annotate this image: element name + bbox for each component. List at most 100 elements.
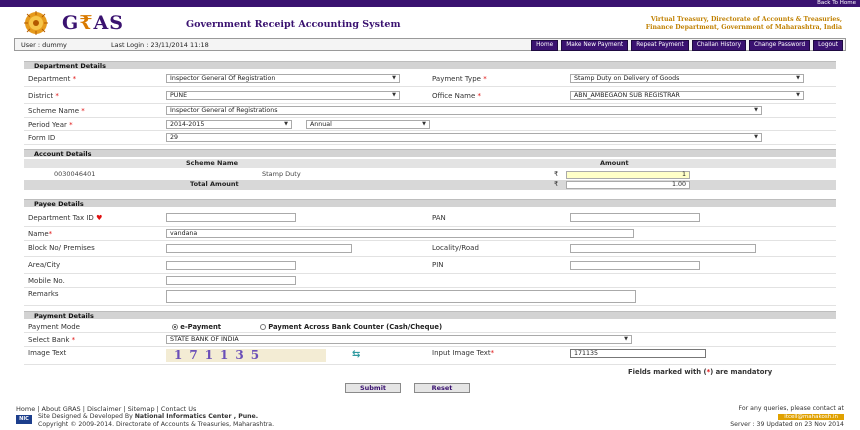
district-row: District * PUNE Office Name * ABN_AMBEGA… — [24, 87, 836, 104]
rupee-total-icon: ₹ — [554, 180, 559, 188]
nav-change-password-button[interactable]: Change Password — [749, 40, 811, 51]
nav-challan-history-button[interactable]: Challan History — [691, 40, 747, 51]
account-head-code: 0030046401 — [54, 170, 96, 178]
select-bank-label: Select Bank * — [28, 336, 76, 344]
remarks-textarea[interactable] — [166, 290, 636, 303]
account-row: 0030046401 Stamp Duty ₹ 1 — [24, 169, 836, 180]
top-bar: Back To Home — [0, 0, 860, 7]
payee-section-header: Payee Details — [24, 199, 836, 208]
epayment-radio[interactable] — [172, 324, 178, 330]
user-nav-bar: User : dummy Last Login : 23/11/2014 11:… — [14, 38, 846, 51]
pan-label: PAN — [432, 214, 446, 222]
total-amount-row: Total Amount ₹ 1.00 — [24, 180, 836, 190]
gras-logo-text: G₹AS — [62, 12, 124, 34]
nav-home-button[interactable]: Home — [531, 40, 559, 51]
form-id-label: Form ID — [28, 134, 56, 142]
refresh-captcha-icon[interactable]: ⇆ — [352, 349, 360, 360]
period-year-select[interactable]: 2014-2015 — [166, 120, 292, 129]
col-amount: Amount — [600, 159, 629, 167]
footer-developer: Site Designed & Developed By National In… — [38, 413, 275, 428]
bank-counter-radio[interactable] — [260, 324, 266, 330]
payment-mode-label: Payment Mode — [28, 323, 80, 331]
pin-input[interactable] — [570, 261, 700, 270]
bank-counter-option[interactable]: Payment Across Bank Counter (Cash/Cheque… — [260, 323, 442, 331]
name-input[interactable]: vandana — [166, 229, 634, 238]
block-premises-input[interactable] — [166, 244, 352, 253]
locality-road-input[interactable] — [570, 244, 756, 253]
pin-label: PIN — [432, 261, 444, 269]
department-section-header: Department Details — [24, 61, 836, 70]
rupee-icon: ₹ — [554, 170, 559, 178]
period-year-label: Period Year * — [28, 121, 73, 129]
period-row: Period Year * 2014-2015 Annual — [24, 118, 836, 131]
scheme-name-label: Scheme Name * — [28, 107, 85, 115]
mobile-label: Mobile No. — [28, 277, 65, 285]
department-label: Department * — [28, 75, 77, 83]
district-label: District * — [28, 92, 59, 100]
payment-type-label: Payment Type * — [432, 75, 487, 83]
reset-button[interactable]: Reset — [414, 383, 470, 393]
account-head-name: Stamp Duty — [262, 170, 301, 178]
select-bank-row: Select Bank * STATE BANK OF INDIA — [24, 333, 836, 347]
back-to-home-link[interactable]: Back To Home — [817, 0, 856, 7]
footer-links[interactable]: Home | About GRAS | Disclaimer | Sitemap… — [16, 405, 196, 413]
scheme-row: Scheme Name * Inspector General of Regis… — [24, 104, 836, 118]
emblem-logo-icon — [24, 11, 48, 35]
nav-logout-button[interactable]: Logout — [813, 40, 843, 51]
form-id-row: Form ID 29 — [24, 131, 836, 145]
user-label: User : dummy — [21, 41, 67, 49]
mandatory-note: Fields marked with (*) are mandatory — [628, 368, 773, 376]
amount-input[interactable]: 1 — [566, 171, 690, 179]
captcha-row: Image Text 171135 ⇆ Input Image Text* 17… — [24, 347, 836, 365]
name-row: Name* vandana — [24, 227, 836, 241]
area-row: Area/City PIN — [24, 257, 836, 274]
office-name-label: Office Name * — [432, 92, 482, 100]
block-premises-label: Block No/ Premises — [28, 244, 95, 252]
payment-mode-row: Payment Mode e-Payment Payment Across Ba… — [24, 321, 836, 333]
pan-input[interactable] — [570, 213, 700, 222]
app-title: Government Receipt Accounting System — [186, 19, 401, 30]
remarks-label: Remarks — [28, 290, 59, 298]
col-scheme-name: Scheme Name — [186, 159, 239, 167]
scheme-name-select[interactable]: Inspector General of Registrations — [166, 106, 762, 115]
department-tax-id-input[interactable] — [166, 213, 296, 222]
epayment-option[interactable]: e-Payment — [172, 323, 221, 331]
block-row: Block No/ Premises Locality/Road — [24, 241, 836, 257]
area-city-label: Area/City — [28, 261, 61, 269]
district-select[interactable]: PUNE — [166, 91, 400, 100]
header: G₹AS Government Receipt Accounting Syste… — [0, 7, 860, 38]
header-organization: Virtual Treasury, Directorate of Account… — [645, 16, 842, 31]
captcha-image: 171135 — [166, 349, 326, 362]
tax-id-row: Department Tax ID ♥ PAN — [24, 209, 836, 227]
total-amount-value: 1.00 — [566, 181, 690, 189]
account-table-header: Scheme Name Amount — [24, 159, 836, 168]
remarks-row: Remarks — [24, 288, 836, 306]
input-image-text-input[interactable]: 171135 — [570, 349, 706, 358]
nic-logo-icon: NIC — [16, 415, 32, 424]
mobile-input[interactable] — [166, 276, 296, 285]
select-bank-select[interactable]: STATE BANK OF INDIA — [166, 335, 632, 344]
nav-make-new-payment-button[interactable]: Make New Payment — [561, 40, 629, 51]
footer-contact: For any queries, please contact at itcel… — [730, 405, 844, 428]
department-tax-id-label: Department Tax ID ♥ — [28, 214, 103, 222]
image-text-label: Image Text — [28, 349, 67, 357]
area-city-input[interactable] — [166, 261, 296, 270]
submit-button[interactable]: Submit — [345, 383, 401, 393]
footer: Home | About GRAS | Disclaimer | Sitemap… — [0, 400, 860, 430]
payment-section-header: Payment Details — [24, 311, 836, 320]
challan-form: Department Details Department * Inspecto… — [24, 61, 836, 380]
office-name-select[interactable]: ABN_AMBEGAON SUB REGISTRAR — [570, 91, 804, 100]
period-type-select[interactable]: Annual — [306, 120, 430, 129]
info-heart-icon: ♥ — [96, 214, 103, 222]
last-login-label: Last Login : 23/11/2014 11:18 — [111, 41, 209, 49]
department-row: Department * Inspector General Of Regist… — [24, 71, 836, 87]
payment-type-select[interactable]: Stamp Duty on Delivery of Goods — [570, 74, 804, 83]
account-section-header: Account Details — [24, 149, 836, 158]
total-amount-label: Total Amount — [190, 180, 239, 188]
input-image-text-label: Input Image Text* — [432, 349, 495, 357]
contact-email-link[interactable]: itcell@mahakosh.in — [778, 414, 844, 420]
name-label: Name* — [28, 230, 53, 238]
department-select[interactable]: Inspector General Of Registration — [166, 74, 400, 83]
nav-repeat-payment-button[interactable]: Repeat Payment — [631, 40, 689, 51]
form-id-select[interactable]: 29 — [166, 133, 762, 142]
